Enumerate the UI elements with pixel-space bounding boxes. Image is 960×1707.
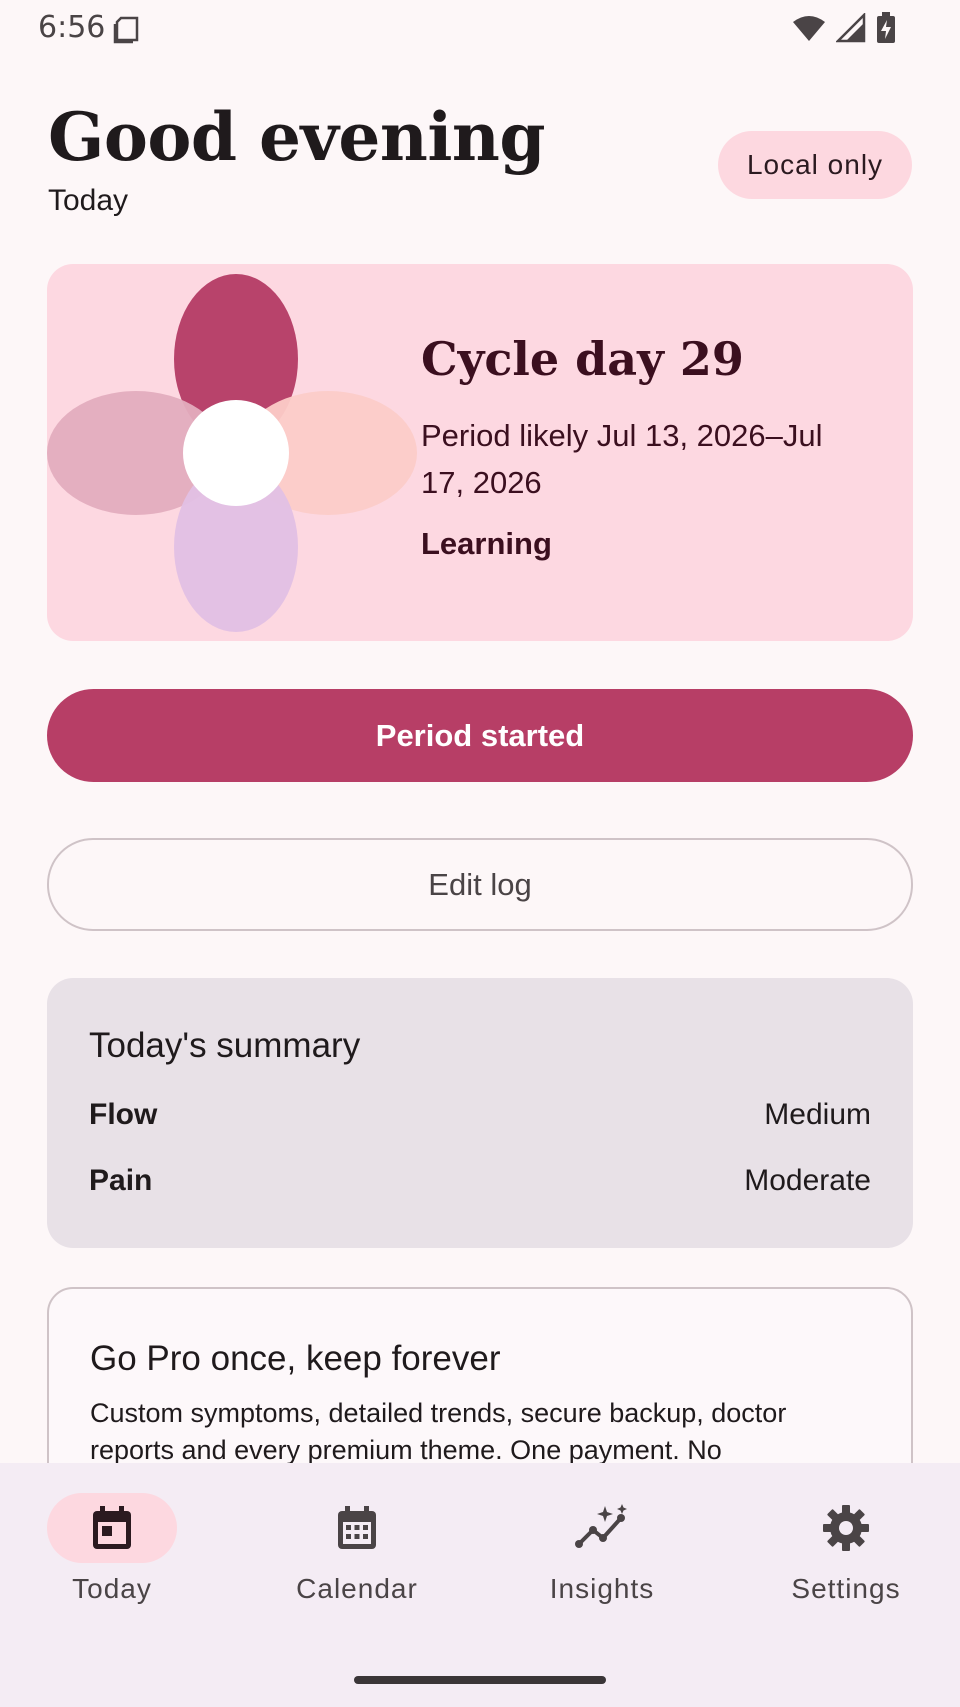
status-bar: 6:56 xyxy=(0,0,960,56)
summary-row-pain: Pain Moderate xyxy=(89,1164,871,1198)
cycle-day-title: Cycle day 29 xyxy=(421,332,744,386)
nav-label: Settings xyxy=(791,1573,901,1604)
local-only-chip[interactable]: Local only xyxy=(718,131,912,199)
nav-label: Insights xyxy=(549,1573,655,1604)
summary-value: Medium xyxy=(764,1098,871,1131)
status-time: 6:56 xyxy=(38,10,106,45)
nav-pill xyxy=(47,1493,177,1563)
nav-item-calendar[interactable]: Calendar xyxy=(237,1493,477,1605)
go-pro-title: Go Pro once, keep forever xyxy=(90,1339,501,1378)
go-pro-description: Custom symptoms, detailed trends, secure… xyxy=(90,1398,787,1465)
nav-pill xyxy=(292,1493,422,1563)
summary-label: Flow xyxy=(89,1098,158,1131)
nav-pill xyxy=(781,1493,911,1563)
bottom-navigation: Today Calendar Insights Settings xyxy=(0,1463,960,1707)
nav-label: Today xyxy=(72,1573,152,1604)
wifi-icon xyxy=(793,16,825,41)
nav-pill xyxy=(537,1493,667,1563)
summary-row-flow: Flow Medium xyxy=(89,1098,871,1132)
prediction-status: Learning xyxy=(421,526,552,561)
calendar-month-icon xyxy=(338,1506,376,1549)
insights-icon xyxy=(575,1504,627,1548)
period-started-button[interactable]: Period started xyxy=(47,689,913,782)
edit-log-button[interactable]: Edit log xyxy=(47,838,913,931)
todays-summary-card: Today's summary Flow Medium Pain Moderat… xyxy=(47,978,913,1248)
cycle-card: Cycle day 29 Period likely Jul 13, 2026–… xyxy=(47,264,913,641)
greeting-title: Good evening xyxy=(48,98,546,176)
summary-title: Today's summary xyxy=(89,1026,361,1065)
sd-card-icon xyxy=(112,14,142,49)
nav-item-today[interactable]: Today xyxy=(0,1493,232,1605)
summary-label: Pain xyxy=(89,1164,153,1197)
battery-charging-icon xyxy=(877,12,895,43)
home-indicator[interactable] xyxy=(354,1676,606,1684)
nav-item-settings[interactable]: Settings xyxy=(726,1493,960,1605)
greeting-subtitle: Today xyxy=(48,184,129,217)
nav-label: Calendar xyxy=(296,1573,418,1604)
summary-value: Moderate xyxy=(744,1164,871,1197)
status-icons xyxy=(792,12,896,44)
cycle-flower-illustration xyxy=(47,274,417,632)
period-prediction: Period likely Jul 13, 2026–Jul 17, 2026 xyxy=(421,418,823,500)
gear-icon xyxy=(823,1505,869,1551)
calendar-today-icon xyxy=(93,1506,131,1549)
signal-icon xyxy=(836,13,866,43)
go-pro-card[interactable]: Go Pro once, keep forever Custom symptom… xyxy=(47,1287,913,1491)
nav-item-insights[interactable]: Insights xyxy=(482,1493,722,1605)
